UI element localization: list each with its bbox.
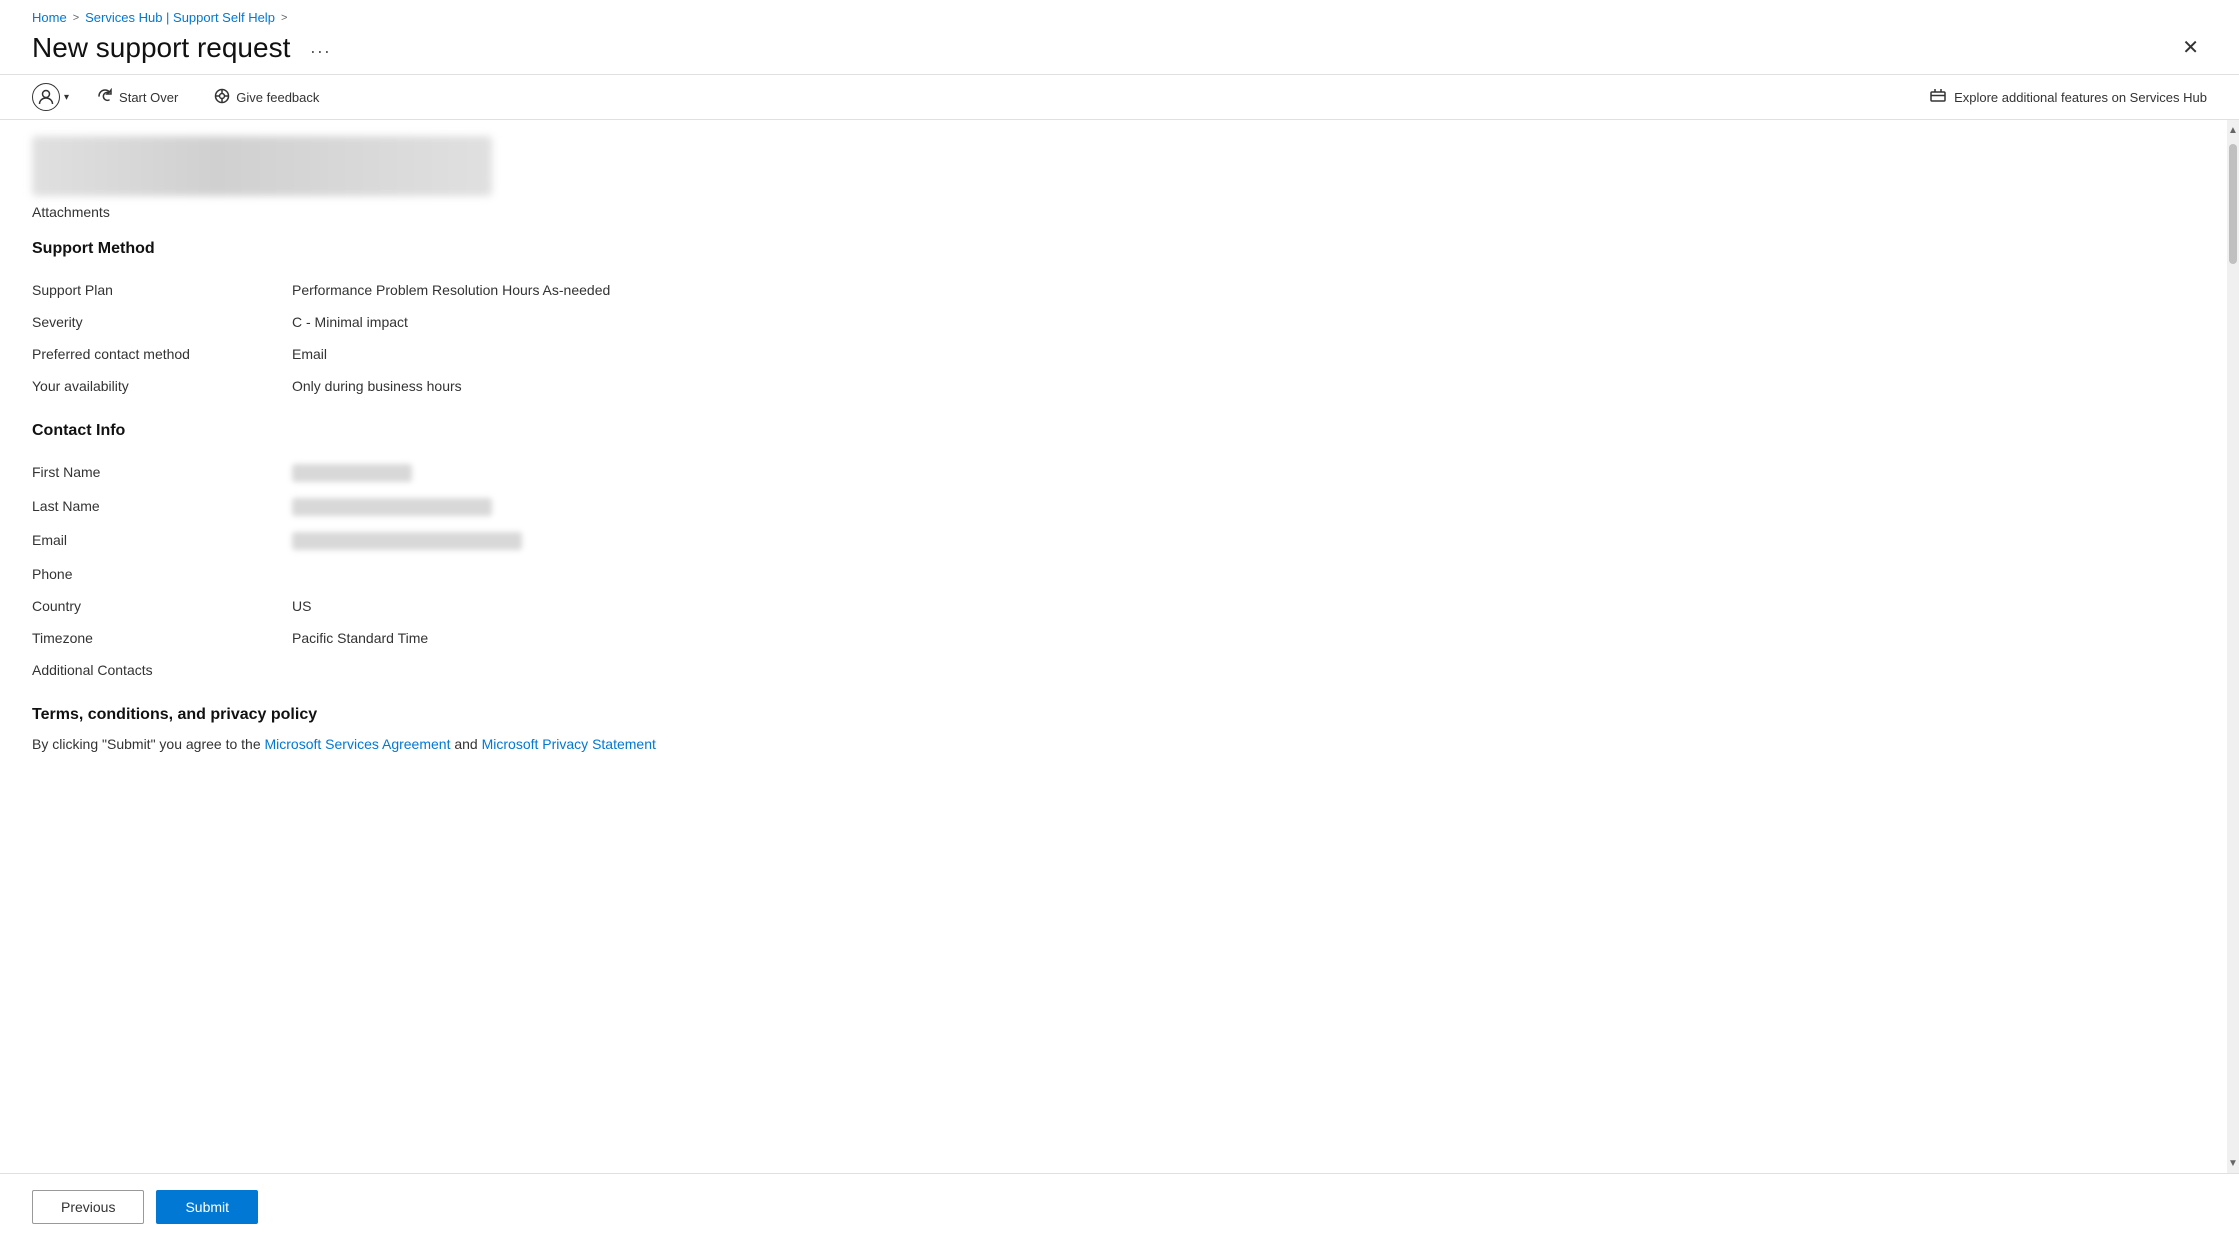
breadcrumb-sep2: >: [281, 12, 287, 24]
timezone-label: Timezone: [32, 630, 292, 646]
severity-row: Severity C - Minimal impact: [32, 306, 2195, 338]
start-over-label: Start Over: [119, 90, 178, 105]
additional-contacts-label: Additional Contacts: [32, 662, 292, 678]
user-chevron-icon: ▾: [64, 92, 69, 103]
main-scroll-area[interactable]: Attachments Support Method Support Plan …: [0, 120, 2227, 1173]
attachments-label: Attachments: [32, 204, 2195, 220]
refresh-icon: [97, 88, 113, 107]
contact-method-value: Email: [292, 346, 2195, 362]
contact-info-heading: Contact Info: [32, 422, 2195, 440]
timezone-row: Timezone Pacific Standard Time: [32, 622, 2195, 654]
severity-value: C - Minimal impact: [292, 314, 2195, 330]
toolbar: ▾ Start Over: [0, 75, 2239, 120]
email-row: Email: [32, 524, 2195, 558]
scroll-thumb[interactable]: [2229, 144, 2237, 264]
country-label: Country: [32, 598, 292, 614]
give-feedback-label: Give feedback: [236, 90, 319, 105]
support-method-fields: Support Plan Performance Problem Resolut…: [32, 274, 2195, 402]
footer: Previous Submit: [0, 1173, 2239, 1240]
availability-label: Your availability: [32, 378, 292, 394]
first-name-row: First Name: [32, 456, 2195, 490]
first-name-label: First Name: [32, 464, 292, 480]
start-over-button[interactable]: Start Over: [89, 84, 186, 111]
email-label: Email: [32, 532, 292, 548]
country-value: US: [292, 598, 2195, 614]
phone-label: Phone: [32, 566, 292, 582]
support-method-heading: Support Method: [32, 240, 2195, 258]
first-name-value-blurred: [292, 464, 412, 482]
feedback-icon: [214, 88, 230, 107]
previous-button[interactable]: Previous: [32, 1190, 144, 1224]
country-row: Country US: [32, 590, 2195, 622]
breadcrumb-services-hub[interactable]: Services Hub | Support Self Help: [85, 10, 275, 25]
phone-row: Phone: [32, 558, 2195, 590]
user-menu[interactable]: ▾: [32, 83, 69, 111]
support-plan-value: Performance Problem Resolution Hours As-…: [292, 282, 2195, 298]
support-plan-row: Support Plan Performance Problem Resolut…: [32, 274, 2195, 306]
microsoft-privacy-statement-link[interactable]: Microsoft Privacy Statement: [482, 736, 656, 752]
terms-text: By clicking "Submit" you agree to the Mi…: [32, 736, 2195, 752]
terms-conjunction: and: [450, 736, 481, 752]
contact-info-fields: First Name Last Name Email Phone: [32, 456, 2195, 686]
close-button[interactable]: ✕: [2174, 31, 2207, 64]
terms-prefix: By clicking "Submit" you agree to the: [32, 736, 265, 752]
explore-icon: [1930, 88, 1946, 107]
user-icon: [32, 83, 60, 111]
breadcrumb: Home > Services Hub | Support Self Help …: [32, 10, 2207, 25]
page-title: New support request: [32, 32, 290, 64]
terms-heading: Terms, conditions, and privacy policy: [32, 706, 2195, 724]
last-name-label: Last Name: [32, 498, 292, 514]
additional-contacts-row: Additional Contacts: [32, 654, 2195, 686]
severity-label: Severity: [32, 314, 292, 330]
support-plan-label: Support Plan: [32, 282, 292, 298]
contact-method-row: Preferred contact method Email: [32, 338, 2195, 370]
explore-features-link[interactable]: Explore additional features on Services …: [1930, 88, 2207, 107]
attachment-blurred-content: [32, 136, 492, 196]
give-feedback-button[interactable]: Give feedback: [206, 84, 327, 111]
breadcrumb-home[interactable]: Home: [32, 10, 67, 25]
contact-method-label: Preferred contact method: [32, 346, 292, 362]
availability-value: Only during business hours: [292, 378, 2195, 394]
availability-row: Your availability Only during business h…: [32, 370, 2195, 402]
scroll-down-arrow[interactable]: ▼: [2227, 1153, 2239, 1173]
scrollbar-rail: ▲ ▼: [2227, 120, 2239, 1173]
submit-button[interactable]: Submit: [156, 1190, 258, 1224]
timezone-value: Pacific Standard Time: [292, 630, 2195, 646]
microsoft-services-agreement-link[interactable]: Microsoft Services Agreement: [265, 736, 451, 752]
last-name-value-blurred: [292, 498, 492, 516]
last-name-row: Last Name: [32, 490, 2195, 524]
email-value-blurred: [292, 532, 522, 550]
page-options-dots[interactable]: ...: [310, 37, 331, 58]
breadcrumb-sep1: >: [73, 12, 79, 24]
explore-features-text: Explore additional features on Services …: [1954, 90, 2207, 105]
scroll-up-arrow[interactable]: ▲: [2227, 120, 2239, 140]
